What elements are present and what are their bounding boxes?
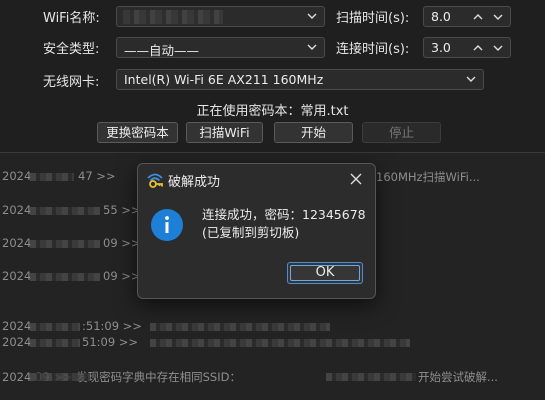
- wifi-key-icon: [147, 173, 163, 188]
- log-redacted: [30, 173, 74, 181]
- message-line-2: (已复制到剪切板): [202, 225, 300, 240]
- log-redacted: [30, 373, 90, 381]
- log-line-7-tail: 开始尝试破解...: [418, 370, 498, 384]
- ok-focus-ring: [290, 265, 360, 281]
- chevron-up-icon[interactable]: [470, 9, 486, 25]
- log-line-6-time: 2024: [2, 335, 32, 349]
- start-button[interactable]: 开始: [274, 122, 353, 143]
- log-line-3-time: 2024: [2, 236, 32, 250]
- connect-time-label: 连接时间(s):: [336, 42, 410, 57]
- dictionary-status: 正在使用密码本：常用.txt: [196, 104, 349, 119]
- chevron-down-icon[interactable]: [490, 40, 506, 56]
- log-line-5-time: 2024: [2, 319, 32, 333]
- security-type-label: 安全类型:: [43, 42, 100, 57]
- dialog-body: 连接成功，密码：12345678 (已复制到剪切板) OK: [138, 196, 375, 298]
- log-redacted: [30, 339, 80, 347]
- close-icon[interactable]: [345, 169, 367, 189]
- log-line-3-mid: 09 >>: [103, 236, 141, 250]
- log-redacted: [326, 373, 416, 381]
- stop-button: 停止: [362, 122, 441, 143]
- log-redacted: [30, 323, 80, 331]
- log-line-1-time: 2024: [2, 169, 32, 183]
- log-line-4-mid: 09 >>: [103, 269, 141, 283]
- log-line-2-time: 2024: [2, 203, 32, 217]
- log-redacted: [30, 240, 100, 248]
- adapter-value: Intel(R) Wi-Fi 6E AX211 160MHz: [124, 72, 324, 87]
- scan-time-label: 扫描时间(s):: [336, 11, 410, 26]
- log-line-5-mid: :51:09 >>: [82, 319, 142, 333]
- adapter-combobox[interactable]: Intel(R) Wi-Fi 6E AX211 160MHz: [116, 69, 484, 90]
- chevron-down-icon[interactable]: [304, 39, 320, 56]
- chevron-down-icon[interactable]: [463, 71, 479, 88]
- security-type-value: ——自动——: [124, 43, 200, 58]
- change-dictionary-button[interactable]: 更换密码本: [97, 122, 178, 143]
- ok-button[interactable]: OK: [287, 262, 363, 284]
- scan-time-value: 8.0: [431, 9, 451, 24]
- log-redacted: [150, 339, 410, 347]
- wifi-name-label: WiFi名称:: [43, 11, 100, 26]
- chevron-down-icon[interactable]: [304, 8, 320, 25]
- log-redacted: [150, 323, 330, 331]
- scan-time-spinbox[interactable]: 8.0: [423, 6, 511, 27]
- log-redacted: [30, 273, 100, 281]
- wifi-name-combobox[interactable]: [116, 6, 325, 27]
- log-line-6-mid: 51:09 >>: [82, 335, 139, 349]
- wifi-name-redacted: [123, 10, 223, 24]
- success-dialog: 破解成功 连接成功，密码：12345678 (已复制到剪切板) OK: [137, 163, 376, 299]
- dialog-message: 连接成功，密码：12345678 (已复制到剪切板): [202, 206, 366, 242]
- chevron-up-icon[interactable]: [470, 40, 486, 56]
- log-line-4-time: 2024: [2, 269, 32, 283]
- dialog-title: 破解成功: [168, 175, 221, 190]
- log-redacted: [30, 207, 100, 215]
- chevron-down-icon[interactable]: [490, 9, 506, 25]
- adapter-label: 无线网卡:: [43, 75, 100, 90]
- log-line-1-right: 160MHz扫描WiFi...: [376, 170, 480, 184]
- info-icon: [151, 209, 183, 241]
- connect-time-value: 3.0: [431, 40, 451, 55]
- log-line-2-mid: 55 >>: [103, 203, 141, 217]
- log-line-1-mid: 47 >>: [78, 169, 116, 183]
- scan-wifi-button[interactable]: 扫描WiFi: [186, 122, 263, 143]
- connect-time-spinbox[interactable]: 3.0: [423, 37, 511, 58]
- security-type-combobox[interactable]: ——自动——: [116, 37, 325, 58]
- message-line-1: 连接成功，密码：12345678: [202, 207, 366, 222]
